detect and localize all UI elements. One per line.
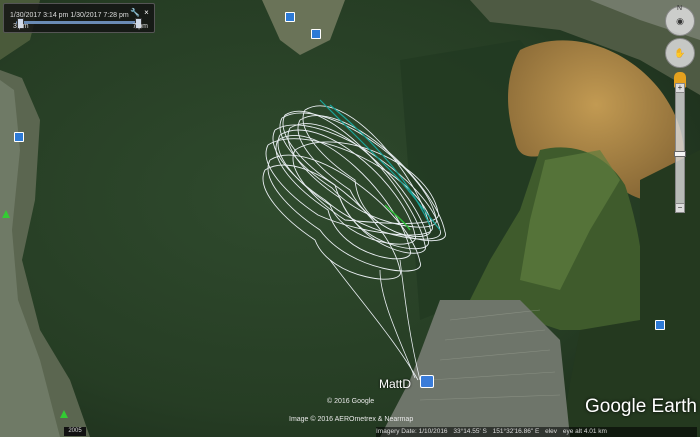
time-slider[interactable]: 1/30/2017 3:14 pm 1/30/2017 7:28 pm 3 pm… (3, 3, 155, 33)
move-joystick[interactable]: ✋ (665, 38, 695, 68)
park-icon (60, 410, 68, 418)
close-icon[interactable]: × (142, 8, 151, 17)
poi-marker[interactable] (285, 12, 295, 22)
user-label: MattD (379, 377, 412, 391)
poi-marker[interactable] (14, 132, 24, 142)
park-icon (2, 210, 10, 218)
time-range-text: 1/30/2017 3:14 pm 1/30/2017 7:28 pm (10, 12, 129, 19)
map-viewport[interactable]: 1/30/2017 3:14 pm 1/30/2017 7:28 pm 3 pm… (0, 0, 700, 437)
zoom-slider[interactable]: + − (674, 83, 686, 213)
google-earth-logo: Google Earth (585, 396, 697, 417)
zoom-out-icon[interactable]: − (675, 203, 685, 213)
time-slider-track[interactable] (16, 21, 142, 24)
copyright-google: © 2016 Google (327, 398, 375, 405)
eye-altitude: eye alt 4.01 km (562, 428, 607, 435)
imagery-year-badge: 2005 (64, 427, 86, 436)
status-bar: Imagery Date: 1/10/2016 33°14.55' S 151°… (376, 427, 697, 437)
time-end-label: 7 pm (132, 23, 148, 30)
poi-marker[interactable] (655, 320, 665, 330)
wrench-icon[interactable]: 🔧 (130, 8, 140, 17)
look-joystick[interactable]: N ◉ (665, 5, 695, 36)
zoom-in-icon[interactable]: + (675, 83, 685, 93)
imagery-date: Imagery Date: 1/10/2016 (376, 428, 448, 435)
satellite-map[interactable] (0, 0, 700, 437)
time-start-label: 3 pm (13, 23, 29, 30)
elevation: elev (545, 428, 558, 435)
latitude: 33°14.55' S (453, 428, 487, 435)
poi-marker[interactable] (311, 29, 321, 39)
copyright-imagery: Image © 2016 AEROmetrex & Nearmap (289, 416, 414, 423)
eye-icon: ◉ (676, 16, 684, 26)
longitude: 151°32'16.86" E (492, 428, 540, 435)
user-location-icon[interactable] (420, 375, 434, 388)
zoom-handle[interactable] (674, 151, 686, 158)
north-label: N (677, 5, 683, 12)
hand-icon: ✋ (674, 48, 686, 58)
navigation-controls: N ◉ ✋ + − (664, 4, 696, 213)
